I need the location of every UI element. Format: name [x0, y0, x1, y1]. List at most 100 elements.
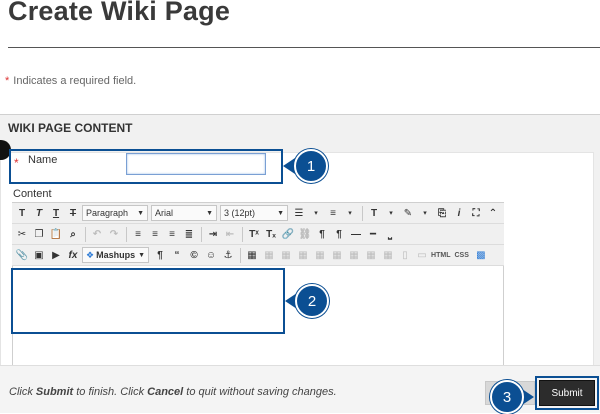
fullscreen-icon[interactable]: ⛶ — [468, 205, 484, 222]
undo-icon[interactable]: ↶ — [89, 226, 105, 243]
chevron-down-icon: ▼ — [137, 209, 144, 217]
page-title: Create Wiki Page — [8, 0, 231, 26]
font-select-value: Arial — [155, 208, 174, 218]
font-select[interactable]: Arial ▼ — [151, 205, 217, 221]
anchor-icon[interactable]: ⚓ — [220, 247, 236, 264]
quote-icon[interactable]: “ — [169, 247, 185, 264]
subscript-icon[interactable]: Tₓ — [263, 226, 279, 243]
footer-instructions: Click Submit to finish. Click Cancel to … — [9, 386, 337, 398]
footer-cancel-word: Cancel — [147, 386, 184, 398]
css-button[interactable]: CSS — [454, 252, 468, 259]
paragraph-mark-icon[interactable]: ¶ — [152, 247, 168, 264]
numbered-list-dropdown-icon[interactable]: ▾ — [342, 205, 358, 222]
indent-icon[interactable]: ⇥ — [205, 226, 221, 243]
align-left-icon[interactable]: ≡ — [130, 226, 146, 243]
editor-toolbar: T T T T Paragraph ▼ Arial ▼ 3 (12pt) ▼ ☰ ▾ … — [12, 203, 504, 266]
callout-badge-2: 2 — [295, 284, 329, 318]
insert-media-icon[interactable]: ▶ — [48, 247, 64, 264]
strikethrough-icon[interactable]: T — [65, 205, 81, 222]
superscript-icon[interactable]: Tˣ — [246, 226, 262, 243]
table-row-props-icon[interactable]: ▦ — [261, 247, 277, 264]
footer-submit-word: Submit — [35, 386, 74, 398]
table-insert-col-after-icon[interactable]: ▦ — [363, 247, 379, 264]
insert-image-icon[interactable]: ▣ — [31, 247, 47, 264]
content-label: Content — [13, 188, 52, 200]
align-right-icon[interactable]: ≡ — [164, 226, 180, 243]
footer-text-2: to finish. Click — [73, 386, 148, 398]
spellcheck-icon[interactable]: ▩ — [473, 247, 489, 264]
table-cell-props-icon[interactable]: ▦ — [278, 247, 294, 264]
bullet-list-dropdown-icon[interactable]: ▾ — [308, 205, 324, 222]
link-icon[interactable]: 🔗 — [280, 226, 296, 243]
table-insert-row-after-icon[interactable]: ▦ — [312, 247, 328, 264]
toolbar-separator — [240, 247, 242, 263]
format-select-value: Paragraph — [86, 208, 129, 218]
size-select-value: 3 (12pt) — [224, 208, 256, 218]
paste-icon[interactable]: 📋 — [48, 226, 64, 243]
attach-file-icon[interactable]: 📎 — [14, 247, 30, 264]
required-note: * Indicates a required field. — [5, 75, 136, 87]
title-divider — [8, 47, 600, 48]
horizontal-rule-icon[interactable]: — — [348, 226, 364, 243]
cut-icon[interactable]: ✂ — [14, 226, 30, 243]
callout-badge-3: 3 — [490, 380, 524, 414]
highlight-dropdown-icon[interactable]: ▾ — [417, 205, 433, 222]
outdent-icon[interactable]: ⇤ — [222, 226, 238, 243]
section-heading: WIKI PAGE CONTENT — [8, 121, 133, 135]
copyright-icon[interactable]: © — [186, 247, 202, 264]
required-star: * — [5, 75, 10, 87]
nonbreaking-space-icon[interactable]: ⎵ — [382, 226, 398, 243]
html-button[interactable]: HTML — [431, 252, 450, 259]
callout-box-1 — [9, 149, 283, 184]
table-merge-cells-icon[interactable]: ▭ — [414, 247, 430, 264]
text-style-dropdown-icon[interactable]: ▾ — [383, 205, 399, 222]
align-center-icon[interactable]: ≡ — [147, 226, 163, 243]
text-style-icon[interactable]: T — [366, 205, 382, 222]
bullet-list-icon[interactable]: ☰ — [291, 205, 307, 222]
toolbar-separator — [242, 226, 243, 242]
toolbar-separator — [85, 226, 86, 242]
callout-box-2 — [11, 268, 285, 334]
emoticon-icon[interactable]: ☺ — [203, 247, 219, 264]
submit-button[interactable]: Submit — [539, 380, 595, 406]
math-formula-icon[interactable]: fx — [65, 247, 81, 264]
chevron-down-icon: ▼ — [138, 251, 146, 259]
bold-icon[interactable]: T — [14, 205, 30, 222]
chevron-down-icon: ▼ — [206, 209, 213, 217]
mashups-select[interactable]: ❖ Mashups ▼ — [82, 247, 150, 263]
toolbar-row-3: 📎 ▣ ▶ fx ❖ Mashups ▼ ¶ “ © ☺ ⚓ ▦ ▦ ▦ ▦ ▦ ▦… — [12, 245, 504, 266]
copy-icon[interactable]: ❐ — [31, 226, 47, 243]
table-delete-row-icon[interactable]: ▦ — [329, 247, 345, 264]
redo-icon[interactable]: ↷ — [106, 226, 122, 243]
toolbar-separator — [201, 226, 202, 242]
size-select[interactable]: 3 (12pt) ▼ — [220, 205, 288, 221]
highlight-pen-icon[interactable]: ✎ — [400, 205, 416, 222]
table-split-cells-icon[interactable]: ▯ — [397, 247, 413, 264]
mashups-icon: ❖ — [86, 249, 95, 260]
table-delete-col-icon[interactable]: ▦ — [380, 247, 396, 264]
numbered-list-icon[interactable]: ≡ — [325, 205, 341, 222]
insert-table-icon[interactable]: ▦ — [244, 247, 260, 264]
mashups-label: Mashups — [96, 250, 136, 260]
toolbar-row-2: ✂ ❐ 📋 ⌕ ↶ ↷ ≡ ≡ ≡ ≣ ⇥ ⇤ Tˣ Tₓ 🔗 ⛓ ¶ ¶ — … — [12, 224, 504, 245]
unlink-icon[interactable]: ⛓ — [297, 226, 313, 243]
preview-icon[interactable]: ⎘ — [434, 205, 450, 222]
collapse-toolbar-icon[interactable]: ⌃ — [485, 205, 501, 222]
find-icon[interactable]: ⌕ — [65, 226, 81, 243]
ltr-icon[interactable]: ¶ — [314, 226, 330, 243]
table-insert-col-before-icon[interactable]: ▦ — [346, 247, 362, 264]
required-note-text: Indicates a required field. — [13, 75, 137, 87]
horizontal-line-icon[interactable]: ━ — [365, 226, 381, 243]
table-insert-row-before-icon[interactable]: ▦ — [295, 247, 311, 264]
callout-badge-1: 1 — [294, 149, 328, 183]
align-justify-icon[interactable]: ≣ — [181, 226, 197, 243]
rtl-icon[interactable]: ¶ — [331, 226, 347, 243]
toolbar-row-1: T T T T Paragraph ▼ Arial ▼ 3 (12pt) ▼ ☰ ▾ … — [12, 203, 504, 224]
chevron-down-icon: ▼ — [277, 209, 284, 217]
info-icon[interactable]: i — [451, 205, 467, 222]
italic-icon[interactable]: T — [31, 205, 47, 222]
toolbar-separator — [362, 205, 363, 221]
format-select[interactable]: Paragraph ▼ — [82, 205, 148, 221]
underline-icon[interactable]: T — [48, 205, 64, 222]
footer-text-1: Click — [9, 386, 36, 398]
